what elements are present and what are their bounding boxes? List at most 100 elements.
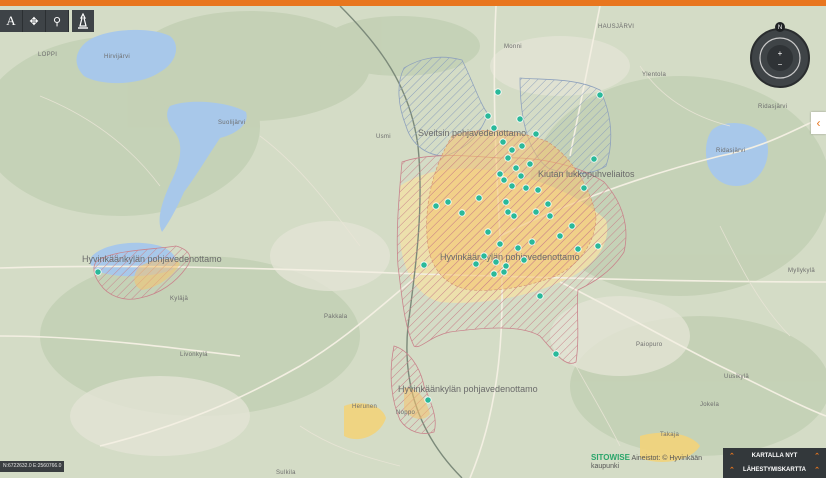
well-marker[interactable]: [420, 261, 428, 269]
chevron-up-icon: ⌃: [729, 467, 735, 474]
well-marker[interactable]: [484, 112, 492, 120]
well-marker[interactable]: [484, 228, 492, 236]
well-marker[interactable]: [458, 209, 466, 217]
coordinate-readout: N:6722632.0 E:2560766.0: [0, 461, 65, 472]
well-marker[interactable]: [518, 142, 526, 150]
zoom-in-button[interactable]: +: [778, 49, 783, 58]
well-marker[interactable]: [517, 172, 525, 180]
place-herunen: Herunen: [352, 404, 377, 410]
well-marker[interactable]: [516, 115, 524, 123]
well-marker[interactable]: [502, 262, 510, 270]
well-marker[interactable]: [512, 164, 520, 172]
move-icon: ✥: [29, 15, 39, 28]
well-marker[interactable]: [532, 208, 540, 216]
place-livonkyla: Livonkylä: [180, 352, 208, 358]
compass-north-label: N: [778, 25, 782, 31]
text-tool-button[interactable]: A: [0, 10, 23, 32]
well-marker[interactable]: [94, 268, 102, 276]
marker-tool-button[interactable]: ⚲: [46, 10, 69, 32]
well-marker[interactable]: [496, 240, 504, 248]
well-marker[interactable]: [520, 256, 528, 264]
well-marker[interactable]: [500, 268, 508, 276]
attribution-line2: kaupunki: [591, 463, 620, 470]
well-marker[interactable]: [472, 260, 480, 268]
well-marker[interactable]: [504, 154, 512, 162]
measure-tool-button[interactable]: [72, 10, 94, 32]
well-marker[interactable]: [504, 208, 512, 216]
well-marker[interactable]: [475, 194, 483, 202]
place-pakkala: Pakkala: [324, 314, 348, 320]
zone-label-sveitsi: Sveitsin pohjavedenottamo: [418, 128, 526, 138]
well-marker[interactable]: [568, 222, 576, 230]
well-marker[interactable]: [546, 212, 554, 220]
well-marker[interactable]: [490, 124, 498, 132]
chevron-up-icon: ⌃: [729, 453, 735, 460]
place-uusikyla: Uusikylä: [724, 374, 749, 380]
well-marker[interactable]: [556, 232, 564, 240]
well-marker[interactable]: [500, 176, 508, 184]
well-marker[interactable]: [552, 350, 560, 358]
well-marker[interactable]: [590, 155, 598, 163]
well-marker[interactable]: [532, 130, 540, 138]
map-now-toggle[interactable]: ⌃ KARTALLA NYT ⌃: [723, 449, 826, 463]
zone-label-kiutakorpi: Kiutan lukkopuhveliaitos: [538, 169, 635, 179]
well-marker[interactable]: [490, 270, 498, 278]
place-hirvijarvi: Hirvijärvi: [104, 54, 130, 60]
chevron-up-icon: ⌃: [814, 467, 820, 474]
place-noppo: Noppo: [396, 410, 416, 416]
place-takaja: Takaja: [660, 432, 680, 438]
well-marker[interactable]: [514, 244, 522, 252]
location-pin-icon: ⚲: [52, 15, 62, 28]
chevron-left-icon: ‹: [816, 116, 821, 130]
brand-logo: SITOWISE: [591, 453, 630, 462]
well-marker[interactable]: [536, 292, 544, 300]
place-loppi: LOPPI: [38, 52, 57, 58]
nearby-map-label: LÄHESTYMISKARTTA: [743, 467, 806, 473]
tower-icon: [78, 13, 88, 29]
well-marker[interactable]: [526, 160, 534, 168]
text-tool-label: A: [6, 13, 16, 28]
well-marker[interactable]: [508, 182, 516, 190]
nearby-map-toggle[interactable]: ⌃ LÄHESTYMISKARTTA ⌃: [723, 463, 826, 477]
well-marker[interactable]: [492, 258, 500, 266]
well-marker[interactable]: [522, 184, 530, 192]
place-jokela: Jokela: [700, 402, 720, 408]
well-marker[interactable]: [494, 88, 502, 96]
well-marker[interactable]: [544, 200, 552, 208]
well-marker[interactable]: [480, 252, 488, 260]
well-marker[interactable]: [594, 242, 602, 250]
place-ridasjarvi: Ridasjärvi: [758, 104, 787, 110]
place-ridasjarvi-lake: Ridasjärvi: [716, 148, 745, 154]
well-marker[interactable]: [499, 138, 507, 146]
well-marker[interactable]: [496, 170, 504, 178]
side-panel-toggle[interactable]: ‹: [811, 112, 826, 134]
layer-panel: ⌃ KARTALLA NYT ⌃ ⌃ LÄHESTYMISKARTTA ⌃: [723, 448, 826, 478]
well-marker[interactable]: [444, 198, 452, 206]
well-marker[interactable]: [580, 184, 588, 192]
pan-tool-button[interactable]: ✥: [23, 10, 46, 32]
place-myllykyla: Myllykylä: [788, 268, 815, 274]
well-marker[interactable]: [508, 146, 516, 154]
place-paiopuro: Paiopuro: [636, 342, 663, 348]
place-kylaja: Kyläjä: [170, 296, 189, 302]
place-ylentola: Ylentola: [642, 72, 666, 78]
attribution-text: Aineistot: © Hyvinkään: [631, 455, 703, 462]
well-marker[interactable]: [502, 198, 510, 206]
well-marker[interactable]: [424, 396, 432, 404]
zoom-out-button[interactable]: −: [778, 60, 783, 69]
well-marker[interactable]: [432, 202, 440, 210]
zone-label-hyvinkaa-west: Hyvinkäänkylän pohjavedenottamo: [82, 254, 222, 264]
well-marker[interactable]: [510, 212, 518, 220]
well-marker[interactable]: [528, 238, 536, 246]
zone-label-hyvinkaa: Hyvinkäänkylän pohjavedenottamo: [440, 252, 580, 262]
place-hausjarvi: HAUSJÄRVI: [598, 23, 634, 30]
well-marker[interactable]: [574, 245, 582, 253]
map-canvas[interactable]: Sveitsin pohjavedenottamo Kiutan lukkopu…: [0, 6, 826, 478]
place-sulkava: Sulkila: [276, 470, 296, 476]
well-marker[interactable]: [534, 186, 542, 194]
place-usmi: Usmi: [376, 134, 391, 140]
place-monni: Monni: [504, 44, 522, 50]
attribution: SITOWISE Aineistot: © Hyvinkään kaupunki: [591, 453, 703, 470]
well-marker[interactable]: [596, 91, 604, 99]
chevron-up-icon: ⌃: [814, 453, 820, 460]
